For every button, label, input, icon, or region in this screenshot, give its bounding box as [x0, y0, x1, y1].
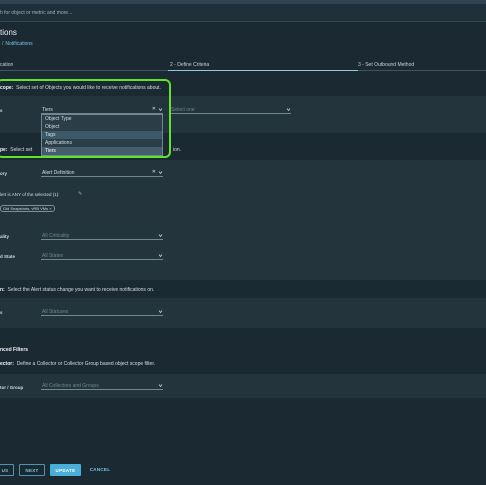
collector-heading: ector: Define a Collector or Collector G… — [0, 361, 156, 367]
criticality-label: ality — [0, 234, 10, 239]
object-scope-secondary-placeholder: Select one — [171, 107, 195, 113]
clear-icon[interactable]: ✕ — [152, 169, 156, 175]
global-search-bar[interactable] — [0, 4, 486, 22]
chip-close-icon[interactable]: × — [49, 206, 51, 211]
breadcrumb-separator: / — [2, 41, 4, 47]
selected-alert-chip: Old Snapshots, vRB VMs × — [0, 205, 55, 212]
cancel-button[interactable]: CANCEL — [85, 464, 115, 476]
alert-scope-description-end: ion. — [173, 147, 182, 153]
alert-status-field-label: s — [0, 310, 3, 315]
chevron-down-icon — [158, 171, 163, 175]
edit-pencil-icon[interactable]: ✎ — [78, 191, 82, 197]
collector-value: All Collectors and Groups — [42, 383, 99, 389]
state-select[interactable]: All States — [41, 252, 163, 260]
alert-match-label: lert is ANY of the selected (1): — [0, 192, 60, 197]
collector-field-label: tor / Group — [0, 385, 24, 390]
chevron-down-icon — [158, 310, 163, 314]
breadcrumb: / Notifications — [0, 41, 33, 47]
search-placeholder[interactable]: h for object or metric and more... — [0, 10, 72, 16]
alert-status-panel: s All Statuses — [0, 298, 486, 328]
step-3-underline — [358, 70, 486, 71]
next-button[interactable]: NEXT — [19, 464, 45, 476]
state-value: All States — [42, 253, 64, 259]
alert-category-select[interactable]: Alert Definition ✕ — [41, 169, 163, 177]
step-3[interactable]: 3 - Set Outbound Method — [358, 62, 414, 68]
highlight-annotation-box — [0, 79, 171, 158]
alert-scope-panel: ory Alert Definition ✕ lert is ANY of th… — [0, 160, 486, 280]
state-label: d State — [0, 254, 16, 259]
wizard-steps: cation 2 - Define Criteria 3 - Set Outbo… — [0, 59, 486, 72]
alert-category-value: Alert Definition — [42, 170, 75, 176]
collector-select[interactable]: All Collectors and Groups — [41, 382, 163, 390]
chip-label: Old Snapshots, vRB VMs — [3, 206, 49, 211]
chevron-down-icon — [158, 234, 163, 238]
step-1-underline — [0, 70, 168, 71]
alert-status-select[interactable]: All Statuses — [41, 308, 163, 316]
alert-category-label: ory — [0, 171, 8, 176]
chevron-down-icon — [286, 108, 291, 112]
page-title: tions — [0, 28, 17, 37]
advanced-filters-heading[interactable]: nced Filters — [0, 347, 28, 353]
alert-status-heading: n: Select the Alert status change you wa… — [0, 287, 155, 293]
breadcrumb-notifications-link[interactable]: Notifications — [5, 41, 32, 47]
step-1[interactable]: cation — [0, 62, 13, 68]
object-scope-secondary-select[interactable]: Select one — [170, 106, 291, 114]
step-2[interactable]: 2 - Define Criteria — [170, 62, 209, 68]
step-2-underline — [168, 70, 358, 71]
chevron-down-icon — [158, 384, 163, 388]
chevron-down-icon — [158, 254, 163, 258]
criticality-select[interactable]: All Criticality — [41, 232, 163, 240]
previous-button[interactable]: US — [0, 464, 14, 476]
alert-status-value: All Statuses — [42, 309, 69, 315]
collector-panel: tor / Group All Collectors and Groups — [0, 374, 486, 398]
update-button[interactable]: UPDATE — [50, 464, 81, 476]
criticality-value: All Criticality — [42, 233, 70, 239]
